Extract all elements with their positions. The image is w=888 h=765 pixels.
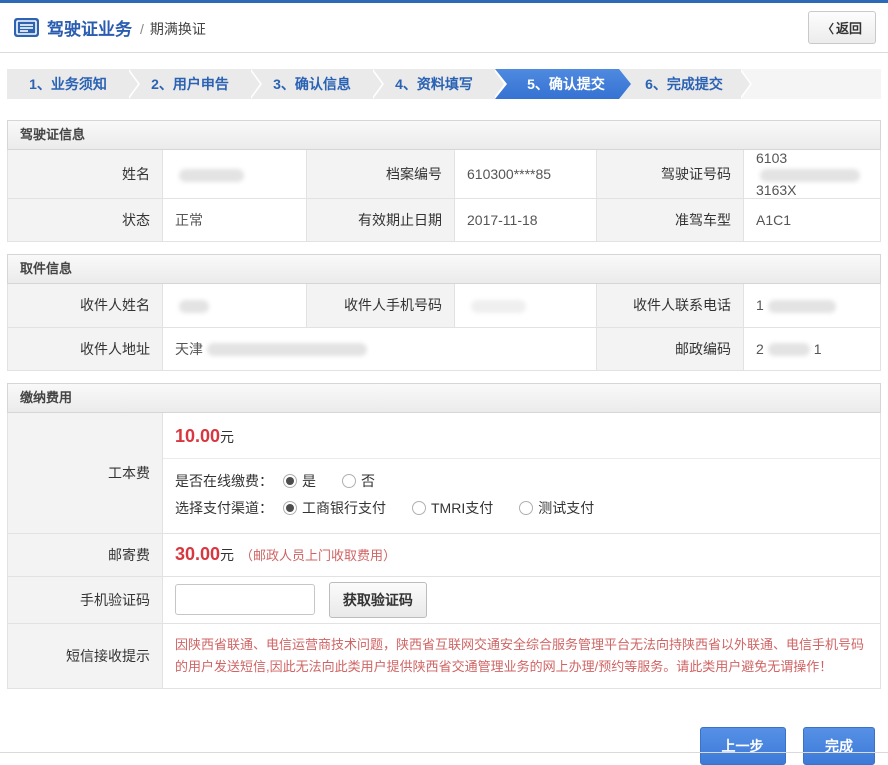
step-6-complete-submit: 6、完成提交 xyxy=(619,69,741,99)
radio-unchecked-icon[interactable] xyxy=(412,501,426,515)
sms-tip-cell: 因陕西省联通、电信运营商技术问题，陕西省互联网交通安全综合服务管理平台无法向持陕… xyxy=(163,623,881,688)
channel-tmri-option[interactable]: TMRI支付 xyxy=(412,498,493,518)
redacted-mobile-blur xyxy=(471,300,526,313)
online-pay-line: 是否在线缴费： 是 否 xyxy=(175,468,868,495)
table-row: 姓名 档案编号 610300****85 驾驶证号码 61033163X xyxy=(8,150,881,199)
expiry-label: 有效期止日期 xyxy=(307,199,455,242)
mail-fee-cell: 30.00元 （邮政人员上门收取费用） xyxy=(163,533,881,576)
license-section-title: 驾驶证信息 xyxy=(7,120,881,150)
status-label: 状态 xyxy=(8,199,163,242)
radio-checked-icon[interactable] xyxy=(283,474,297,488)
table-row: 状态 正常 有效期止日期 2017-11-18 准驾车型 A1C1 xyxy=(8,199,881,242)
radio-checked-icon[interactable] xyxy=(283,501,297,515)
pay-channel-label: 选择支付渠道： xyxy=(175,498,273,518)
breadcrumb-current: 期满换证 xyxy=(150,19,206,39)
production-fee-label: 工本费 xyxy=(8,413,163,534)
pickup-section-title: 取件信息 xyxy=(7,254,881,284)
online-pay-label: 是否在线缴费： xyxy=(175,471,273,491)
table-row: 邮寄费 30.00元 （邮政人员上门收取费用） xyxy=(8,533,881,576)
step-3-confirm-info: 3、确认信息 xyxy=(251,69,373,99)
license-no-label: 驾驶证号码 xyxy=(597,150,744,199)
channel-icbc-option[interactable]: 工商银行支付 xyxy=(283,498,386,518)
pickup-info-section: 取件信息 收件人姓名 收件人手机号码 收件人联系电话 1 收件人地址 天津 邮政… xyxy=(7,254,881,371)
sms-code-input[interactable] xyxy=(175,584,315,615)
table-row: 手机验证码 获取验证码 xyxy=(8,576,881,623)
name-value xyxy=(163,150,307,199)
radio-unchecked-icon[interactable] xyxy=(342,474,356,488)
breadcrumb-separator: / xyxy=(140,21,144,37)
get-code-button[interactable]: 获取验证码 xyxy=(329,582,427,618)
license-card-icon xyxy=(14,18,39,37)
back-chevron-icon: 〈 xyxy=(822,22,834,36)
redacted-address-blur xyxy=(207,343,367,356)
redacted-name-blur xyxy=(179,169,244,182)
vehicle-type-value: A1C1 xyxy=(744,199,881,242)
previous-step-button[interactable]: 上一步 xyxy=(700,727,786,765)
recipient-name-value xyxy=(163,284,307,327)
back-button[interactable]: 〈返回 xyxy=(808,11,876,44)
file-no-value: 610300****85 xyxy=(455,150,597,199)
sms-tip-text: 因陕西省联通、电信运营商技术问题，陕西省互联网交通安全综合服务管理平台无法向持陕… xyxy=(163,624,880,688)
production-fee-cell: 10.00元 是否在线缴费： 是 否 选择支付渠道： 工商银行支付 TMRI支付… xyxy=(163,413,881,534)
step-5-confirm-submit-active: 5、确认提交 xyxy=(495,69,631,99)
step-2-user-declaration: 2、用户申告 xyxy=(129,69,251,99)
sms-code-cell: 获取验证码 xyxy=(163,576,881,623)
table-row: 短信接收提示 因陕西省联通、电信运营商技术问题，陕西省互联网交通安全综合服务管理… xyxy=(8,623,881,688)
page-header: 驾驶证业务 / 期满换证 〈返回 xyxy=(0,3,888,53)
payment-options: 是否在线缴费： 是 否 选择支付渠道： 工商银行支付 TMRI支付 测试支付 xyxy=(163,459,880,533)
mail-fee-amount: 30.00 xyxy=(175,544,220,564)
currency-unit: 元 xyxy=(220,429,234,445)
recipient-mobile-value xyxy=(455,284,597,327)
file-no-label: 档案编号 xyxy=(307,150,455,199)
license-info-section: 驾驶证信息 姓名 档案编号 610300****85 驾驶证号码 6103316… xyxy=(7,120,881,242)
mail-fee-label: 邮寄费 xyxy=(8,533,163,576)
sms-tip-label: 短信接收提示 xyxy=(8,623,163,688)
channel-test-option[interactable]: 测试支付 xyxy=(519,498,594,518)
step-progress-bar: 1、业务须知 2、用户申告 3、确认信息 4、资料填写 5、确认提交 6、完成提… xyxy=(7,69,881,99)
radio-unchecked-icon[interactable] xyxy=(519,501,533,515)
expiry-value: 2017-11-18 xyxy=(455,199,597,242)
footer-actions: 上一步 完成 xyxy=(13,727,875,765)
online-pay-no-option[interactable]: 否 xyxy=(342,471,375,491)
redacted-recipient-name-blur xyxy=(179,300,209,313)
production-fee-amount: 10.00 xyxy=(175,426,220,446)
step-1-business-notice: 1、业务须知 xyxy=(7,69,129,99)
mail-fee-note: （邮政人员上门收取费用） xyxy=(240,548,396,563)
license-no-value: 61033163X xyxy=(744,150,881,199)
fees-section: 缴纳费用 工本费 10.00元 是否在线缴费： 是 否 选择支付渠道： 工商银行… xyxy=(7,383,881,689)
address-label: 收件人地址 xyxy=(8,327,163,370)
online-pay-yes-option[interactable]: 是 xyxy=(283,471,316,491)
finish-button[interactable]: 完成 xyxy=(803,727,875,765)
name-label: 姓名 xyxy=(8,150,163,199)
fees-table: 工本费 10.00元 是否在线缴费： 是 否 选择支付渠道： 工商银行支付 TM… xyxy=(7,413,881,689)
pickup-info-table: 收件人姓名 收件人手机号码 收件人联系电话 1 收件人地址 天津 邮政编码 21 xyxy=(7,284,881,371)
pay-channel-line: 选择支付渠道： 工商银行支付 TMRI支付 测试支付 xyxy=(175,495,868,522)
redacted-license-no-blur xyxy=(760,169,860,182)
recipient-phone-label: 收件人联系电话 xyxy=(597,284,744,327)
address-value: 天津 xyxy=(163,327,597,370)
status-value: 正常 xyxy=(163,199,307,242)
redacted-postcode-blur xyxy=(768,343,810,356)
table-row: 收件人姓名 收件人手机号码 收件人联系电话 1 xyxy=(8,284,881,327)
page-title: 驾驶证业务 xyxy=(47,15,132,40)
currency-unit: 元 xyxy=(220,547,234,563)
step-bar-filler xyxy=(741,69,881,99)
window-bottom-border xyxy=(0,752,888,753)
vehicle-type-label: 准驾车型 xyxy=(597,199,744,242)
sms-code-label: 手机验证码 xyxy=(8,576,163,623)
recipient-mobile-label: 收件人手机号码 xyxy=(307,284,455,327)
step-4-fill-data: 4、资料填写 xyxy=(373,69,495,99)
fees-section-title: 缴纳费用 xyxy=(7,383,881,413)
table-row: 收件人地址 天津 邮政编码 21 xyxy=(8,327,881,370)
recipient-name-label: 收件人姓名 xyxy=(8,284,163,327)
recipient-phone-value: 1 xyxy=(744,284,881,327)
redacted-phone-blur xyxy=(768,300,836,313)
production-fee-amount-row: 10.00元 xyxy=(163,413,880,459)
license-info-table: 姓名 档案编号 610300****85 驾驶证号码 61033163X 状态 … xyxy=(7,150,881,242)
table-row: 工本费 10.00元 是否在线缴费： 是 否 选择支付渠道： 工商银行支付 TM… xyxy=(8,413,881,534)
postcode-label: 邮政编码 xyxy=(597,327,744,370)
postcode-value: 21 xyxy=(744,327,881,370)
